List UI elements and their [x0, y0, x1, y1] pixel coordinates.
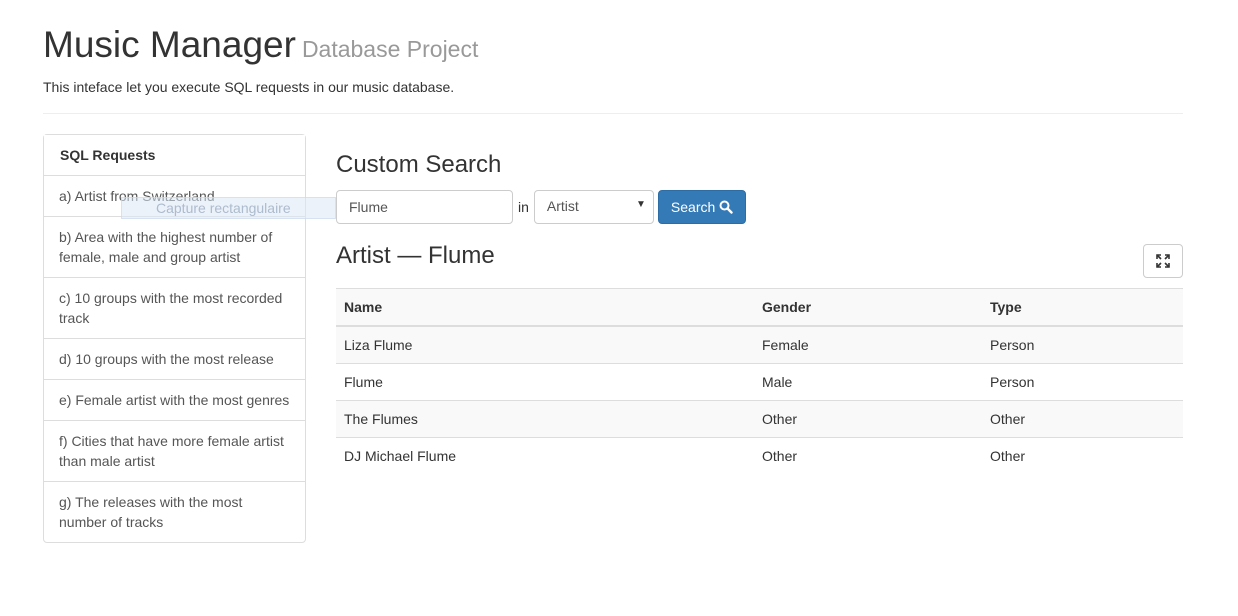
cell-gender: Other [754, 437, 982, 475]
search-input[interactable] [336, 190, 513, 224]
table-header-row: Name Gender Type [336, 288, 1183, 327]
custom-search-title: Custom Search [336, 151, 502, 178]
cell-gender: Male [754, 363, 982, 401]
sql-request-e[interactable]: e) Female artist with the most genres [44, 380, 305, 421]
cell-gender: Other [754, 400, 982, 438]
app-subtitle: Database Project [301, 36, 479, 62]
table-row: The Flumes Other Other [336, 400, 1183, 438]
app-title: Music Manager [43, 24, 296, 65]
main-content: Custom Search in Artist ▼ Search Artist … [336, 150, 1183, 475]
page-header: Music Manager Database Project This intef… [43, 22, 1183, 95]
expand-icon [1156, 254, 1170, 268]
fullscreen-button[interactable] [1143, 244, 1183, 278]
results-table: Name Gender Type Liza Flume Female Perso… [336, 288, 1183, 475]
sql-request-f[interactable]: f) Cities that have more female artist t… [44, 421, 305, 482]
column-header-type: Type [982, 288, 1183, 327]
page-title: Music Manager Database Project [43, 22, 1183, 72]
cell-name: Liza Flume [336, 325, 754, 364]
column-header-gender: Gender [754, 288, 982, 327]
sql-request-g[interactable]: g) The releases with the most number of … [44, 482, 305, 542]
cell-type: Person [982, 363, 1183, 401]
cell-name: The Flumes [336, 400, 754, 438]
search-category-value: Artist [546, 198, 579, 214]
search-icon [719, 200, 733, 214]
cell-name: DJ Michael Flume [336, 437, 754, 475]
table-row: Flume Male Person [336, 363, 1183, 401]
cell-type: Other [982, 400, 1183, 438]
header-divider [43, 113, 1183, 114]
cell-gender: Female [754, 325, 982, 364]
search-category-select[interactable]: Artist ▼ [533, 190, 654, 224]
page-description: This inteface let you execute SQL reques… [43, 79, 455, 95]
search-button[interactable]: Search [657, 190, 747, 224]
cell-type: Other [982, 437, 1183, 475]
sql-requests-panel: SQL Requests a) Artist from Switzerland … [43, 134, 306, 543]
in-label: in [518, 199, 529, 215]
table-row: Liza Flume Female Person [336, 325, 1183, 364]
cell-type: Person [982, 325, 1183, 364]
table-row: DJ Michael Flume Other Other [336, 437, 1183, 475]
search-form: in Artist ▼ Search [336, 190, 747, 224]
results-title: Artist — Flume [336, 242, 495, 269]
sql-request-c[interactable]: c) 10 groups with the most recorded trac… [44, 278, 305, 339]
cell-name: Flume [336, 363, 754, 401]
caret-down-icon: ▼ [636, 199, 646, 210]
search-button-label: Search [670, 199, 716, 215]
sql-requests-heading: SQL Requests [44, 135, 305, 176]
column-header-name: Name [336, 288, 754, 327]
capture-overlay: Capture rectangulaire [121, 197, 336, 219]
sql-request-b[interactable]: b) Area with the highest number of femal… [44, 217, 305, 278]
sql-request-d[interactable]: d) 10 groups with the most release [44, 339, 305, 380]
